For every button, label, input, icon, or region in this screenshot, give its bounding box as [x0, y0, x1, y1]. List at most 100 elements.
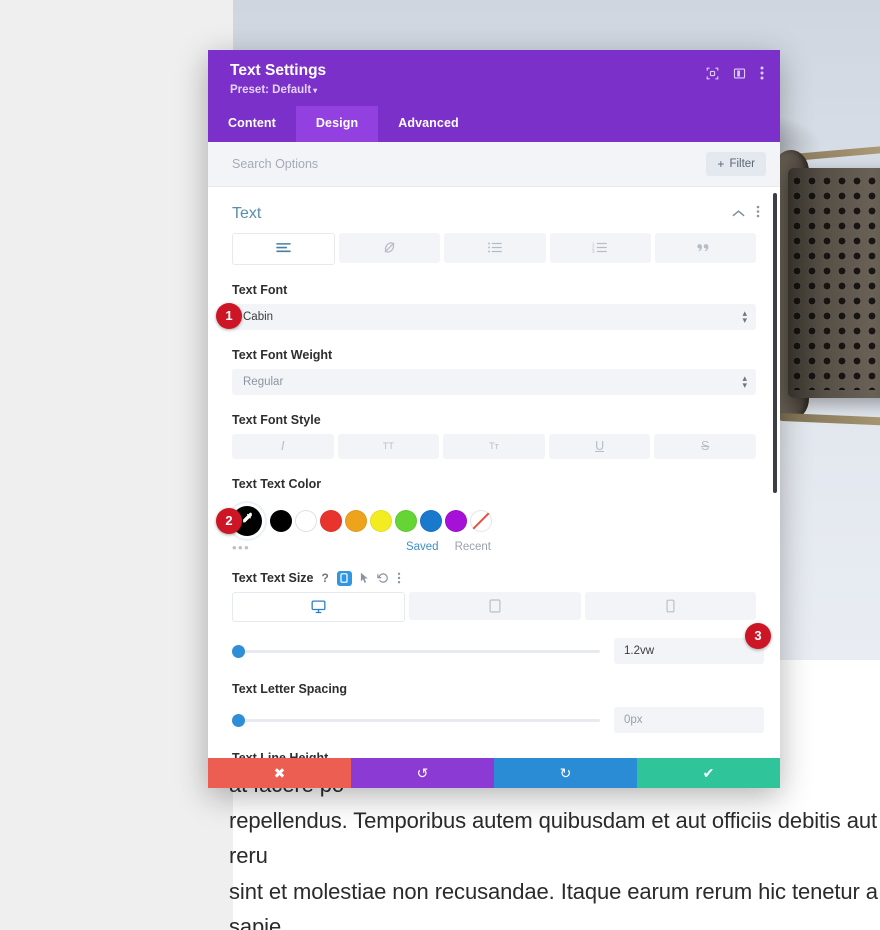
modal-tab-bar: Content Design Advanced: [208, 105, 780, 142]
svg-text:3: 3: [592, 249, 595, 254]
text-font-style-label: Text Font Style: [232, 412, 321, 427]
text-letter-spacing-value-box[interactable]: 0px: [614, 706, 764, 733]
chevron-updown-icon: ▴ ▾: [742, 307, 747, 325]
filter-button[interactable]: + Filter: [706, 151, 766, 176]
modal-title: Text Settings: [230, 62, 327, 79]
kebab-menu-icon[interactable]: [397, 572, 401, 584]
screen-root: qui blanditiis ident, simil et expedita …: [0, 0, 880, 930]
text-text-size-value: 1.2vw: [624, 644, 655, 657]
text-letter-spacing-value: 0px: [624, 713, 643, 726]
text-letter-spacing-label: Text Letter Spacing: [232, 681, 348, 696]
badge-2: 2: [216, 507, 242, 534]
swatch-purple[interactable]: [445, 509, 467, 532]
device-tabs: [208, 591, 780, 622]
swatch-yellow[interactable]: [370, 509, 392, 532]
device-tablet[interactable]: [409, 591, 581, 620]
recent-colors-tab[interactable]: Recent: [455, 541, 491, 553]
section-header-icons: [732, 205, 760, 223]
badge-1: 1: [216, 302, 242, 329]
responsive-device-icon[interactable]: [336, 570, 352, 586]
color-palette-footer: ••• Saved Recent: [208, 536, 780, 555]
swatch-transparent[interactable]: [470, 509, 492, 532]
device-desktop[interactable]: [232, 591, 406, 622]
text-font-select[interactable]: Cabin ▴ ▾: [232, 303, 756, 330]
modal-header-icons: [706, 62, 764, 80]
lantern-perforations: [792, 176, 880, 390]
bullet-list-icon[interactable]: [444, 232, 546, 263]
numbered-list-icon[interactable]: 1 2 3: [549, 232, 651, 263]
chevron-up-icon[interactable]: [732, 205, 745, 223]
device-phone[interactable]: [584, 591, 756, 620]
copy-line-5: repellendus. Temporibus autem quibusdam …: [229, 807, 877, 869]
slider-track: [232, 649, 600, 653]
save-button[interactable]: ✔: [637, 758, 780, 788]
slider-knob[interactable]: [232, 713, 245, 727]
modal-body: Text 1 2 3 Text Font 1 Cabin ▴ ▾ Text Fo…: [208, 186, 780, 758]
text-letter-spacing-slider[interactable]: [232, 713, 600, 727]
swatch-white[interactable]: [295, 509, 317, 532]
search-row: + Filter: [208, 141, 780, 187]
text-text-size-header: Text Text Size ?: [208, 555, 780, 592]
italic-icon[interactable]: I: [232, 433, 334, 459]
palette-tabs: Saved Recent: [406, 541, 756, 553]
text-text-color-label: Text Text Color: [232, 476, 322, 491]
link-slash-icon[interactable]: [339, 232, 441, 263]
filter-label: Filter: [729, 157, 755, 170]
capitalize-icon[interactable]: Tᴛ: [443, 433, 545, 459]
eyedropper-icon: [240, 511, 254, 530]
text-font-weight-select[interactable]: Regular ▴ ▾: [232, 368, 756, 395]
help-icon[interactable]: ?: [322, 571, 329, 585]
focus-icon[interactable]: [706, 67, 719, 80]
more-colors-icon[interactable]: •••: [232, 540, 266, 555]
swatch-black[interactable]: [270, 509, 292, 532]
cancel-button[interactable]: ✖: [208, 758, 351, 788]
copy-line-6: sint et molestiae non recusandae. Itaque…: [229, 878, 878, 930]
kebab-menu-icon[interactable]: [756, 205, 760, 223]
uppercase-icon[interactable]: TT: [337, 433, 440, 459]
chevron-updown-icon: ▴ ▾: [742, 372, 747, 390]
swatch-orange[interactable]: [345, 509, 367, 532]
color-swatch-row: [208, 498, 780, 536]
kebab-menu-icon[interactable]: [760, 66, 764, 80]
panel-layout-icon[interactable]: [733, 67, 746, 80]
undo-button[interactable]: ↺: [351, 758, 494, 788]
page-left-gutter: [0, 0, 233, 930]
slider-knob[interactable]: [232, 644, 245, 658]
text-letter-spacing-slider-row: 0px: [208, 703, 780, 733]
text-text-size-slider[interactable]: [232, 644, 600, 658]
text-text-size-label: Text Text Size: [232, 571, 314, 586]
text-text-size-value-box[interactable]: 1.2vw: [614, 637, 764, 664]
search-input[interactable]: [232, 156, 532, 171]
italic-glyph: I: [281, 439, 285, 454]
tab-content[interactable]: Content: [208, 106, 296, 142]
preset-caret-icon: ▾: [313, 85, 318, 95]
underline-icon[interactable]: U: [548, 433, 651, 459]
strikethrough-glyph: S: [701, 439, 710, 454]
text-format-tabs: 1 2 3: [208, 232, 780, 265]
strikethrough-icon[interactable]: S: [654, 433, 756, 459]
badge-3: 3: [745, 622, 771, 649]
preset-label: Preset: Default: [230, 83, 312, 96]
modal-action-bar: ✖ ↺ ↻ ✔: [208, 758, 780, 788]
reset-icon[interactable]: [377, 572, 389, 584]
text-font-value: Cabin: [243, 310, 274, 323]
text-font-label: Text Font: [232, 282, 288, 297]
redo-button[interactable]: ↻: [494, 758, 637, 788]
capitalize-glyph: Tᴛ: [489, 441, 499, 452]
text-align-icon[interactable]: [232, 232, 336, 265]
modal-header-titles: Text Settings Preset: Default ▾: [230, 62, 326, 96]
tab-design[interactable]: Design: [295, 105, 379, 142]
text-font-weight-label: Text Font Weight: [232, 347, 333, 362]
tab-advanced[interactable]: Advanced: [378, 106, 479, 142]
text-font-style-buttons: I TT Tᴛ U S: [208, 433, 780, 459]
saved-colors-tab[interactable]: Saved: [406, 541, 439, 553]
blockquote-icon[interactable]: [654, 232, 757, 263]
swatch-blue[interactable]: [420, 509, 442, 532]
modal-scrollbar[interactable]: [773, 192, 777, 493]
lantern-wire-top: [793, 126, 880, 161]
preset-selector[interactable]: Preset: Default ▾: [230, 84, 326, 96]
swatch-green[interactable]: [395, 509, 417, 532]
section-title: Text: [232, 204, 262, 222]
swatch-red[interactable]: [320, 509, 342, 532]
hover-pointer-icon[interactable]: [360, 572, 369, 584]
